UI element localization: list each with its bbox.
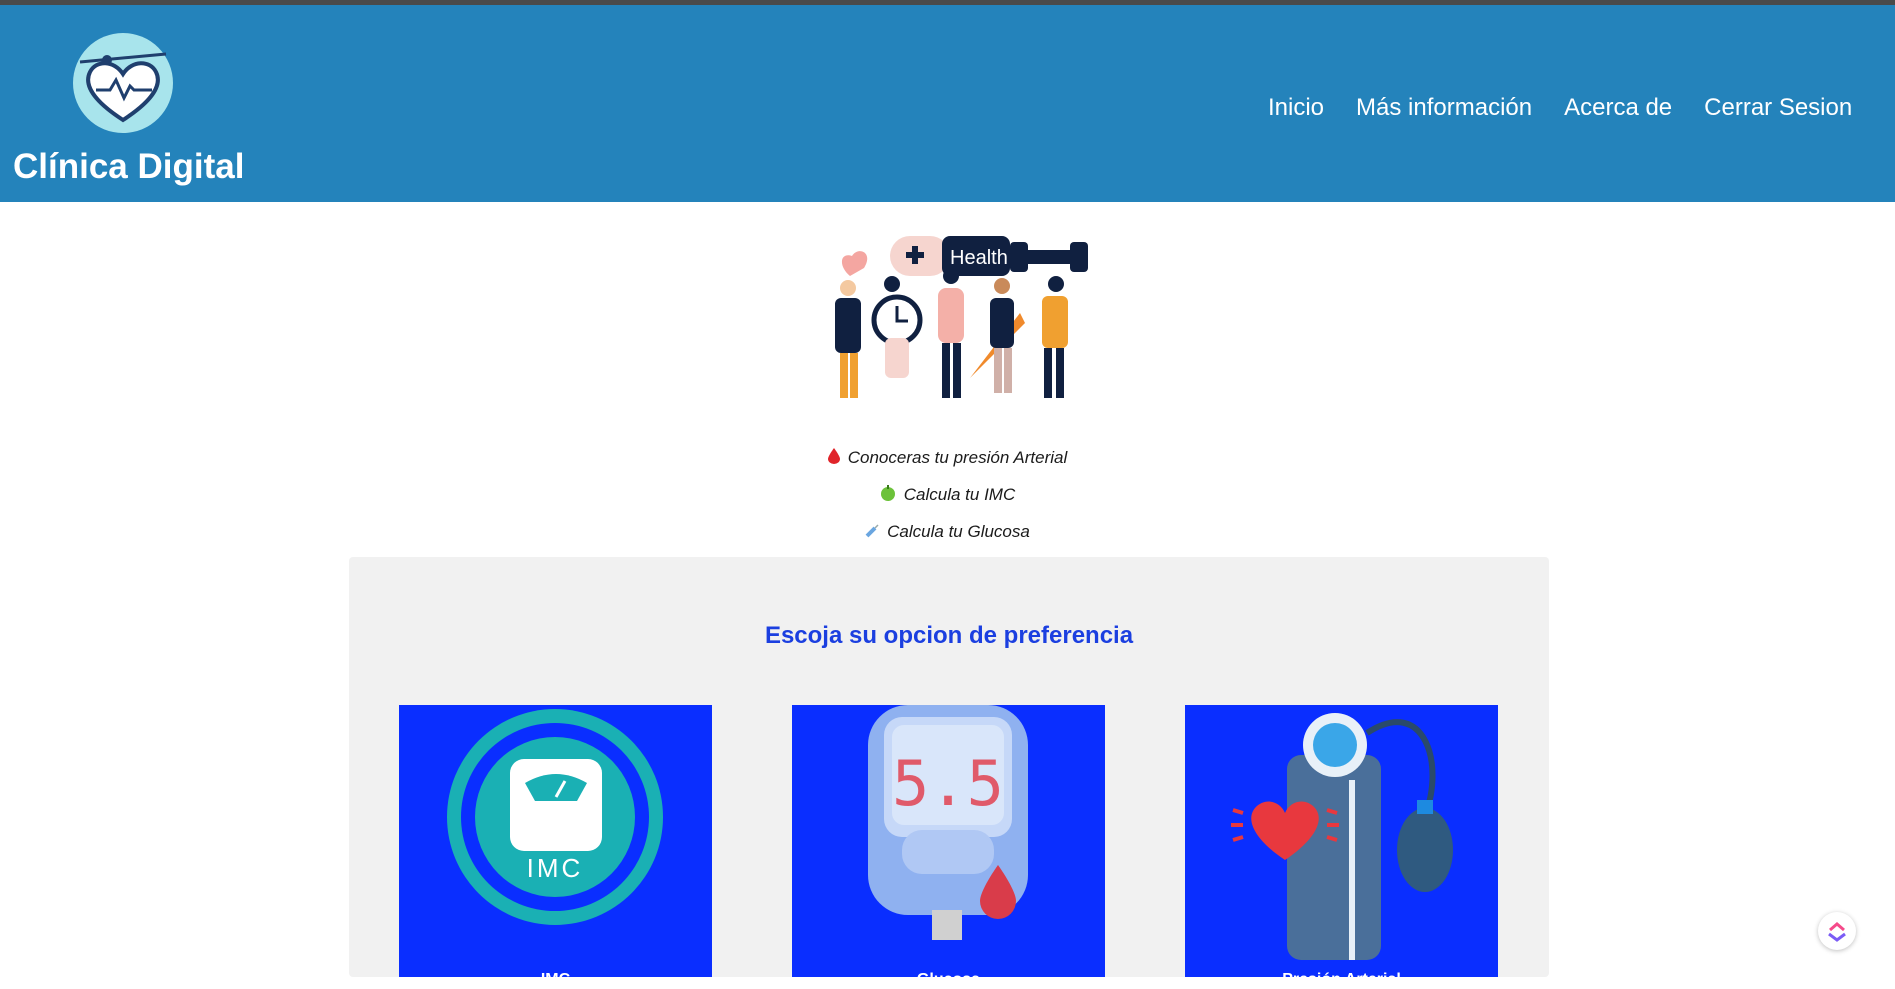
benefit-item: Calcula tu IMC: [0, 485, 1895, 506]
glucometer-icon: 5.5: [868, 705, 1028, 940]
glucometer-reading: 5.5: [892, 747, 1004, 820]
brand-title: Clínica Digital: [13, 147, 245, 186]
nav-mas-informacion[interactable]: Más información: [1356, 94, 1532, 122]
options-title: Escoja su opcion de preferencia: [764, 622, 1134, 649]
benefit-item: Calcula tu Glucosa: [0, 522, 1895, 543]
health-sign-text: Health: [950, 247, 1008, 269]
card-presion-arterial[interactable]: Presión Arterial: [1185, 705, 1498, 988]
nav-inicio[interactable]: Inicio: [1268, 94, 1324, 122]
main-nav: Inicio Más información Acerca de Cerrar …: [1268, 94, 1852, 122]
clickup-icon: [1828, 922, 1846, 942]
syringe-icon: [865, 523, 879, 543]
floating-helper-button[interactable]: [1818, 912, 1856, 950]
benefit-item: Conoceras tu presión Arterial: [0, 448, 1895, 469]
nav-acerca-de[interactable]: Acerca de: [1564, 94, 1672, 122]
heart-logo-icon[interactable]: [72, 32, 174, 134]
card-label: IMC: [540, 971, 571, 988]
scale-icon-text: IMC: [527, 853, 584, 883]
health-illustration: Health: [820, 228, 1090, 406]
benefit-text: Calcula tu Glucosa: [887, 522, 1030, 541]
blood-drop-icon: [827, 448, 840, 469]
benefit-text: Conoceras tu presión Arterial: [847, 448, 1068, 467]
card-label: Presión Arterial: [1282, 971, 1401, 988]
scale-icon: IMC: [447, 709, 663, 925]
site-header: Clínica Digital Inicio Más información A…: [0, 5, 1895, 202]
card-glucosa[interactable]: 5.5 Glucosa: [792, 705, 1105, 988]
nav-cerrar-sesion[interactable]: Cerrar Sesion: [1704, 94, 1852, 122]
options-panel: Escoja su opcion de preferencia IMC IMC …: [349, 557, 1549, 988]
benefit-text: Calcula tu IMC: [903, 485, 1016, 504]
card-label: Glucosa: [916, 971, 981, 988]
blood-pressure-monitor-icon: [1231, 713, 1453, 960]
card-imc[interactable]: IMC IMC: [399, 705, 712, 988]
apple-icon: [880, 485, 896, 506]
